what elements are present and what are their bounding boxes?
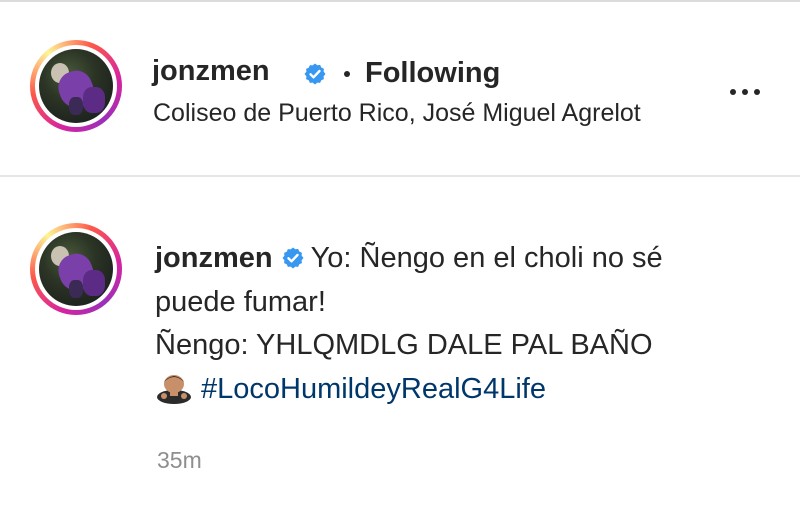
man-bowing-emoji-icon bbox=[157, 374, 191, 404]
verified-badge-icon bbox=[304, 63, 326, 85]
more-options-icon[interactable] bbox=[730, 86, 770, 98]
caption-username[interactable]: jonzmen bbox=[155, 242, 273, 274]
avatar[interactable] bbox=[30, 40, 122, 132]
post-username[interactable]: jonzmen bbox=[152, 55, 270, 88]
caption-line-3: Ñengo: YHLQMDLG DALE PAL BAÑO bbox=[155, 329, 653, 361]
timestamp: 35m bbox=[157, 447, 202, 473]
location-link[interactable]: Coliseo de Puerto Rico, José Miguel Agre… bbox=[153, 99, 641, 128]
hashtag-link[interactable]: #LocoHumildeyRealG4Life bbox=[201, 373, 546, 405]
dot-separator bbox=[344, 71, 350, 77]
caption-line-2: puede fumar! bbox=[155, 285, 326, 318]
verified-badge-icon bbox=[282, 247, 304, 269]
caption-line-1: Yo: Ñengo en el choli no sé bbox=[310, 242, 663, 274]
caption-text: jonzmen Yo: Ñengo en el choli no sé puede… bbox=[155, 237, 785, 411]
following-button[interactable]: Following bbox=[365, 57, 500, 90]
post-header: jonzmen Following Coliseo de Puerto Rico… bbox=[0, 2, 800, 175]
comment-avatar[interactable] bbox=[30, 223, 122, 315]
